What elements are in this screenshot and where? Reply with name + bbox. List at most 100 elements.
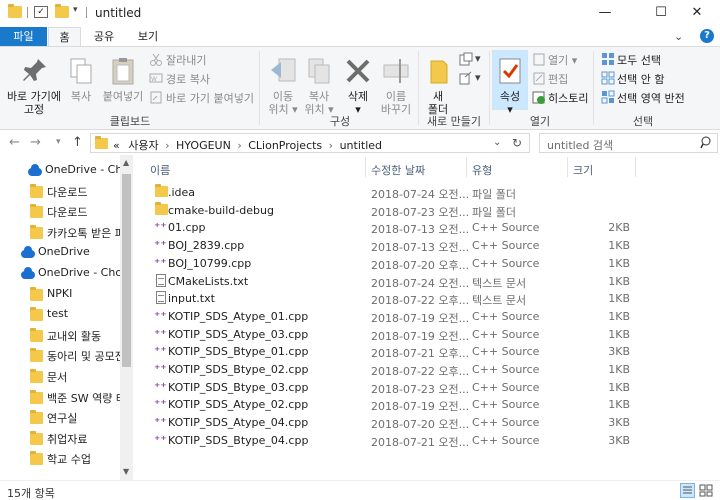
file-row[interactable]: ⁺⁺ KOTIP_SDS_Btype_02.cpp 2018-07-22 오후...… xyxy=(148,361,668,378)
breadcrumb-clionprojects[interactable]: CLionProjects xyxy=(248,139,322,152)
forward-arrow-icon[interactable]: → xyxy=(30,135,41,150)
nav-item-folder[interactable]: NPKI xyxy=(0,284,120,304)
nav-item-folder[interactable]: test xyxy=(0,304,120,324)
breadcrumb-separator-icon[interactable]: › xyxy=(237,139,241,152)
new-folder-quick-icon[interactable] xyxy=(55,4,69,18)
file-row[interactable]: ⁺⁺ BOJ_2839.cpp 2018-07-13 오전... C++ Source… xyxy=(148,237,668,254)
copy-path-button[interactable]: 경로 복사 xyxy=(166,71,210,87)
select-all-button[interactable]: 모두 선택 xyxy=(617,52,661,68)
column-header-date[interactable]: 수정한 날짜 xyxy=(371,162,425,178)
divider[interactable] xyxy=(635,157,636,177)
copy-button[interactable]: 복사 xyxy=(64,55,98,103)
file-row[interactable]: ⁺⁺ KOTIP_SDS_Atype_01.cpp 2018-07-19 오전...… xyxy=(148,308,668,325)
divider[interactable] xyxy=(466,157,467,177)
address-bar[interactable]: « 사용자 › HYOGEUN › CLionProjects › untitl… xyxy=(90,133,530,153)
paste-button[interactable]: 붙여넣기 xyxy=(100,55,146,103)
file-row[interactable]: ⁺⁺ KOTIP_SDS_Atype_04.cpp 2018-07-20 오전...… xyxy=(148,414,668,431)
file-row[interactable]: ⁺⁺ BOJ_10799.cpp 2018-07-20 오후... C++ Sourc… xyxy=(148,255,668,272)
history-button[interactable]: 히스토리 xyxy=(548,90,588,106)
properties-quick-icon[interactable]: ✓ xyxy=(34,6,48,18)
minimize-button[interactable]: — xyxy=(582,0,628,27)
divider[interactable] xyxy=(567,157,568,177)
column-header-type[interactable]: 유형 xyxy=(472,162,492,178)
address-dropdown-icon[interactable]: ⌄ xyxy=(493,137,501,148)
up-arrow-icon[interactable]: ↑ xyxy=(72,135,83,150)
nav-item-folder[interactable]: 교내외 활동 xyxy=(0,325,120,345)
open-button[interactable]: 열기 ▾ xyxy=(548,52,577,68)
folder-icon xyxy=(30,430,43,445)
scroll-down-icon[interactable]: ▼ xyxy=(123,467,129,476)
nav-item-folder[interactable]: 연구실 xyxy=(0,407,120,427)
folder-icon xyxy=(30,348,43,363)
nav-item-folder[interactable]: 다운로드 xyxy=(0,181,120,201)
file-row[interactable]: input.txt 2018-07-22 오후... 텍스트 문서 1KB xyxy=(148,290,668,307)
tab-home[interactable]: 홈 xyxy=(48,27,81,47)
properties-button-content[interactable]: 속성 ▾ xyxy=(492,55,528,116)
rename-button[interactable]: 이름 바꾸기 xyxy=(376,55,416,116)
breadcrumb-hyogeun[interactable]: HYOGEUN xyxy=(176,139,231,152)
file-row[interactable]: ⁺⁺ 01.cpp 2018-07-13 오전... C++ Source 2KB xyxy=(148,219,668,236)
quick-access-dropdown-icon[interactable]: ▾ xyxy=(73,5,78,15)
nav-item-folder[interactable]: 학교 수업 xyxy=(0,448,120,468)
nav-item-folder[interactable]: 문서 xyxy=(0,366,120,386)
pin-quick-access-button[interactable]: 바로 가기에 고정 xyxy=(4,55,64,116)
nav-item-onedrive[interactable]: OneDrive - Chonn xyxy=(0,263,120,283)
paste-shortcut-button[interactable]: 바로 가기 붙여넣기 xyxy=(166,90,254,106)
details-view-icon[interactable] xyxy=(680,483,695,498)
ribbon-collapse-icon[interactable]: ⌄ xyxy=(674,30,683,43)
refresh-icon[interactable]: ↻ xyxy=(512,136,522,150)
new-item-icon[interactable] xyxy=(459,52,473,66)
nav-item-onedrive[interactable]: OneDrive - Cho xyxy=(0,160,120,180)
nav-item-folder[interactable]: 카카오톡 받은 파 xyxy=(0,222,120,242)
breadcrumb-separator-icon[interactable]: › xyxy=(165,139,169,152)
file-row[interactable]: .idea 2018-07-24 오전... 파일 폴더 xyxy=(148,184,668,201)
close-button[interactable]: ✕ xyxy=(674,0,720,27)
new-folder-button[interactable]: 새 폴더 xyxy=(423,55,453,116)
file-row[interactable]: ⁺⁺ KOTIP_SDS_Atype_02.cpp 2018-07-19 오전...… xyxy=(148,396,668,413)
easy-access-icon[interactable] xyxy=(459,71,473,85)
file-row[interactable]: CMakeLists.txt 2018-07-24 오전... 텍스트 문서 1KB xyxy=(148,273,668,290)
tab-file[interactable]: 파일 xyxy=(0,27,47,47)
file-row[interactable]: ⁺⁺ KOTIP_SDS_Btype_01.cpp 2018-07-21 오후...… xyxy=(148,343,668,360)
file-type: C++ Source xyxy=(472,380,540,394)
folder-icon xyxy=(30,286,43,301)
large-icons-view-icon[interactable] xyxy=(699,483,714,498)
file-row[interactable]: ⁺⁺ KOTIP_SDS_Btype_03.cpp 2018-07-23 오전...… xyxy=(148,379,668,396)
nav-item-folder[interactable]: 동아리 및 공모전 xyxy=(0,345,120,365)
easy-access-dropdown-icon[interactable]: ▾ xyxy=(475,71,481,84)
nav-item-folder[interactable]: 다운로드 xyxy=(0,201,120,221)
search-input[interactable]: untitled 검색 xyxy=(547,137,613,153)
breadcrumb-separator-icon[interactable]: › xyxy=(329,139,333,152)
column-header-name[interactable]: 이름 xyxy=(150,162,170,178)
cut-button[interactable]: 잘라내기 xyxy=(166,52,206,68)
nav-scrollbar-thumb[interactable] xyxy=(122,174,131,367)
scroll-up-icon[interactable]: ▲ xyxy=(123,158,129,167)
move-to-button[interactable]: 이동 위치 ▾ xyxy=(264,55,302,116)
select-none-button[interactable]: 선택 안 함 xyxy=(617,71,664,87)
file-size: 1KB xyxy=(608,398,630,412)
breadcrumb-overflow[interactable]: « xyxy=(113,139,120,152)
file-row[interactable]: ⁺⁺ KOTIP_SDS_Btype_04.cpp 2018-07-21 오전...… xyxy=(148,432,668,449)
breadcrumb-untitled[interactable]: untitled xyxy=(340,139,382,152)
divider[interactable] xyxy=(365,157,366,177)
delete-button[interactable]: 삭제 ▾ xyxy=(340,55,376,116)
help-icon[interactable]: ? xyxy=(700,29,714,43)
copy-to-button[interactable]: 복사 위치 ▾ xyxy=(300,55,338,116)
column-header-size[interactable]: 크기 xyxy=(573,162,593,178)
file-row[interactable]: cmake-build-debug 2018-07-23 오전... 파일 폴더 xyxy=(148,201,668,219)
edit-button[interactable]: 편집 xyxy=(548,71,568,87)
tab-share[interactable]: 공유 xyxy=(86,27,122,47)
tab-view[interactable]: 보기 xyxy=(130,27,166,47)
nav-item-folder[interactable]: 취업자료 xyxy=(0,428,120,448)
nav-item-folder[interactable]: 백준 SW 역량 테 xyxy=(0,387,120,407)
breadcrumb-users[interactable]: 사용자 xyxy=(128,139,158,152)
search-box[interactable]: untitled 검색 xyxy=(539,133,718,153)
file-name: KOTIP_SDS_Btype_03.cpp xyxy=(168,380,309,394)
invert-selection-button[interactable]: 선택 영역 반전 xyxy=(617,90,685,106)
nav-item-onedrive[interactable]: OneDrive xyxy=(0,242,120,262)
recent-dropdown-icon[interactable]: ▾ xyxy=(56,137,61,147)
back-arrow-icon[interactable]: ← xyxy=(9,135,20,150)
file-row[interactable]: ⁺⁺ KOTIP_SDS_Atype_03.cpp 2018-07-19 오전...… xyxy=(148,326,668,343)
search-icon[interactable] xyxy=(700,136,712,153)
new-item-dropdown-icon[interactable]: ▾ xyxy=(475,52,481,65)
